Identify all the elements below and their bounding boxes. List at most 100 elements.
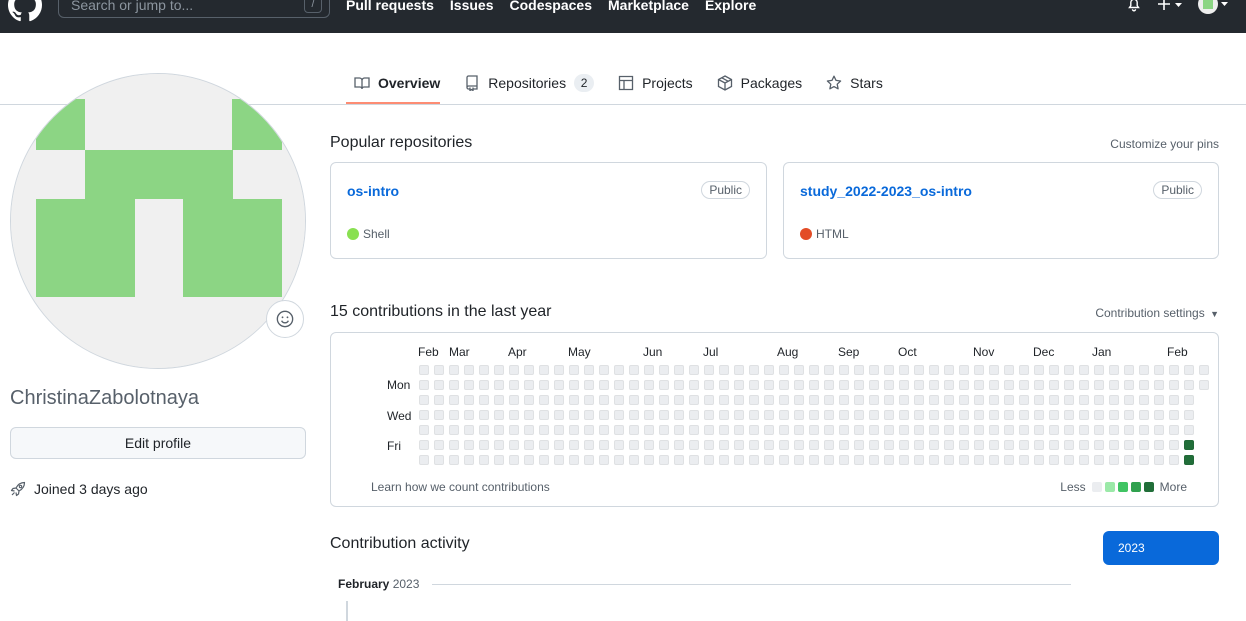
contribution-day-cell[interactable] (599, 455, 609, 465)
contribution-day-cell[interactable] (1184, 425, 1194, 435)
contribution-day-cell[interactable] (554, 395, 564, 405)
repo-name-link[interactable]: study_2022-2023_os-intro (800, 183, 972, 199)
contribution-day-cell[interactable] (644, 380, 654, 390)
contribution-day-cell[interactable] (689, 380, 699, 390)
contribution-day-cell[interactable] (704, 395, 714, 405)
contribution-day-cell[interactable] (1034, 395, 1044, 405)
contribution-day-cell[interactable] (479, 425, 489, 435)
contribution-day-cell[interactable] (1124, 425, 1134, 435)
tab-projects[interactable]: Projects (606, 62, 705, 104)
contribution-day-cell[interactable] (959, 455, 969, 465)
contribution-day-cell[interactable] (989, 410, 999, 420)
customize-pins-link[interactable]: Customize your pins (1110, 137, 1219, 151)
contribution-day-cell[interactable] (734, 455, 744, 465)
contribution-day-cell[interactable] (1019, 380, 1029, 390)
contribution-day-cell[interactable] (1004, 425, 1014, 435)
contribution-day-cell[interactable] (1064, 365, 1074, 375)
contribution-day-cell[interactable] (914, 455, 924, 465)
contribution-day-cell[interactable] (524, 365, 534, 375)
contribution-day-cell[interactable] (989, 380, 999, 390)
contribution-day-cell[interactable] (974, 395, 984, 405)
contribution-day-cell[interactable] (914, 395, 924, 405)
contribution-day-cell[interactable] (464, 440, 474, 450)
contribution-day-cell[interactable] (479, 440, 489, 450)
contribution-day-cell[interactable] (929, 410, 939, 420)
contribution-day-cell[interactable] (809, 395, 819, 405)
contribution-day-cell[interactable] (734, 425, 744, 435)
contribution-day-cell[interactable] (704, 380, 714, 390)
contribution-day-cell[interactable] (734, 440, 744, 450)
contribution-day-cell[interactable] (1019, 395, 1029, 405)
contribution-day-cell[interactable] (449, 395, 459, 405)
contribution-day-cell[interactable] (644, 395, 654, 405)
contribution-day-cell[interactable] (854, 425, 864, 435)
contribution-day-cell[interactable] (1154, 380, 1164, 390)
contribution-day-cell[interactable] (989, 425, 999, 435)
contribution-day-cell[interactable] (629, 410, 639, 420)
contribution-day-cell[interactable] (704, 440, 714, 450)
contribution-day-cell[interactable] (914, 365, 924, 375)
contribution-day-cell[interactable] (569, 395, 579, 405)
contribution-day-cell[interactable] (1184, 395, 1194, 405)
contribution-day-cell[interactable] (1019, 425, 1029, 435)
contribution-day-cell[interactable] (614, 365, 624, 375)
nav-pull-requests[interactable]: Pull requests (346, 0, 434, 13)
contribution-day-cell[interactable] (614, 380, 624, 390)
contribution-day-cell[interactable] (809, 440, 819, 450)
contribution-day-cell[interactable] (959, 365, 969, 375)
contribution-day-cell[interactable] (1019, 440, 1029, 450)
contribution-day-cell[interactable] (974, 410, 984, 420)
contribution-day-cell[interactable] (539, 440, 549, 450)
contribution-day-cell[interactable] (1154, 455, 1164, 465)
contribution-day-cell[interactable] (629, 395, 639, 405)
set-status-button[interactable] (266, 300, 304, 338)
contribution-day-cell[interactable] (719, 440, 729, 450)
contribution-day-cell[interactable] (1109, 455, 1119, 465)
contribution-day-cell[interactable] (854, 440, 864, 450)
contribution-day-cell[interactable] (509, 440, 519, 450)
contribution-day-cell[interactable] (629, 440, 639, 450)
contribution-day-cell[interactable] (1094, 425, 1104, 435)
contribution-day-cell[interactable] (524, 380, 534, 390)
contribution-day-cell[interactable] (674, 395, 684, 405)
contribution-day-cell[interactable] (599, 440, 609, 450)
contribution-day-cell[interactable] (644, 410, 654, 420)
contribution-day-cell[interactable] (479, 380, 489, 390)
contribution-day-cell[interactable] (539, 455, 549, 465)
contribution-day-cell[interactable] (1034, 410, 1044, 420)
contribution-day-cell[interactable] (449, 425, 459, 435)
contribution-day-cell[interactable] (719, 380, 729, 390)
contribution-day-cell[interactable] (884, 395, 894, 405)
contribution-day-cell[interactable] (539, 425, 549, 435)
contribution-day-cell[interactable] (659, 425, 669, 435)
contribution-day-cell[interactable] (1124, 395, 1134, 405)
contribution-day-cell[interactable] (1184, 365, 1194, 375)
contribution-day-cell[interactable] (869, 380, 879, 390)
contribution-day-cell[interactable] (479, 395, 489, 405)
contribution-day-cell[interactable] (464, 380, 474, 390)
contribution-day-cell[interactable] (554, 440, 564, 450)
contribution-day-cell[interactable] (779, 365, 789, 375)
contribution-day-cell[interactable] (1139, 410, 1149, 420)
contribution-day-cell[interactable] (539, 380, 549, 390)
contribution-day-cell[interactable] (464, 395, 474, 405)
contribution-day-cell[interactable] (764, 440, 774, 450)
contribution-day-cell[interactable] (1094, 365, 1104, 375)
nav-issues[interactable]: Issues (450, 0, 494, 13)
contribution-day-cell[interactable] (824, 380, 834, 390)
contribution-day-cell[interactable] (749, 440, 759, 450)
contribution-day-cell[interactable] (524, 455, 534, 465)
contribution-day-cell[interactable] (1049, 395, 1059, 405)
contribution-day-cell[interactable] (464, 425, 474, 435)
contribution-day-cell[interactable] (644, 440, 654, 450)
contribution-day-cell[interactable] (899, 380, 909, 390)
contribution-day-cell[interactable] (494, 395, 504, 405)
contribution-day-cell[interactable] (509, 380, 519, 390)
contribution-day-cell[interactable] (419, 455, 429, 465)
contribution-day-cell[interactable] (914, 425, 924, 435)
contribution-day-cell[interactable] (629, 365, 639, 375)
contribution-day-cell[interactable] (1049, 365, 1059, 375)
contribution-day-cell[interactable] (1049, 440, 1059, 450)
contribution-day-cell[interactable] (869, 365, 879, 375)
contribution-day-cell[interactable] (929, 455, 939, 465)
